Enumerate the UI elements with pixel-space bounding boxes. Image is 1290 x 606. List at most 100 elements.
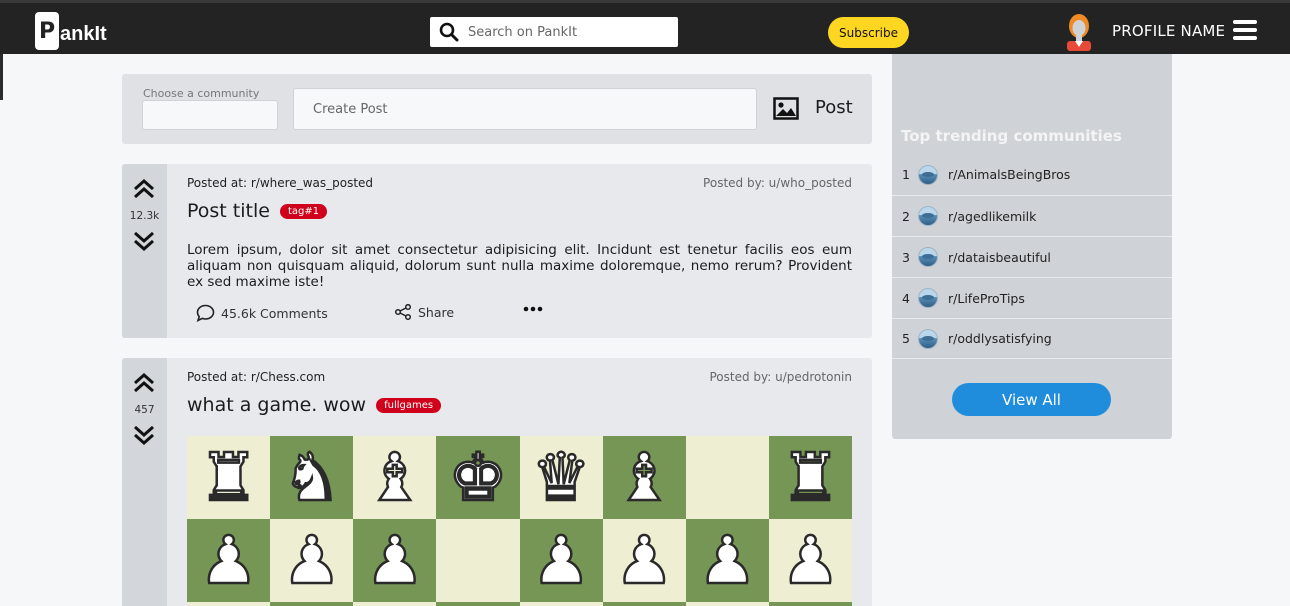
community-name[interactable]: r/AnimalsBeingBros (948, 167, 1070, 182)
share-label: Share (418, 304, 455, 320)
comment-icon (196, 304, 215, 322)
view-all-button[interactable]: View All (952, 383, 1111, 416)
more-options-button[interactable] (523, 306, 549, 312)
white-knight-piece: ♞ (281, 438, 343, 516)
community-icon (918, 164, 938, 185)
upvote-icon[interactable] (133, 178, 155, 200)
posted-at-community[interactable]: r/where_was_posted (251, 176, 373, 190)
chess-board-row (187, 602, 852, 606)
posted-at-community[interactable]: r/Chess.com (251, 370, 325, 384)
post-title[interactable]: what a game. wow (187, 394, 366, 416)
downvote-icon[interactable] (133, 230, 155, 252)
board-square (187, 602, 271, 606)
white-pawn-piece: ♟ (198, 521, 260, 599)
trending-rank: 4 (902, 290, 910, 306)
post-tag[interactable]: tag#1 (279, 203, 328, 219)
menu-icon[interactable] (1233, 20, 1257, 40)
board-square (436, 602, 520, 606)
post-tag[interactable]: fullgames (376, 397, 442, 413)
white-pawn-piece: ♟ (281, 521, 343, 599)
white-pawn-piece: ♟ (613, 521, 675, 599)
search-icon (439, 22, 459, 42)
downvote-icon[interactable] (133, 424, 155, 446)
board-square: ♟ (602, 519, 686, 602)
posted-at-label: Posted at: (187, 176, 248, 190)
upvote-icon[interactable] (133, 372, 155, 394)
search-bar (430, 17, 678, 47)
board-square: ♟ (353, 519, 437, 602)
board-square (768, 602, 852, 606)
white-bishop-piece: ♝ (613, 438, 675, 516)
white-pawn-piece: ♟ (364, 521, 426, 599)
trending-community-item[interactable]: 2 r/agedlikemilk (892, 195, 1172, 236)
chess-board-image: ♜ ♞ ♝ ♚ ♛ ♝ ♜ ♟ ♟ ♟ ♟ ♟ ♟ ♟ (187, 436, 852, 606)
white-pawn-piece: ♟ (530, 521, 592, 599)
trending-community-item[interactable]: 4 r/LifeProTips (892, 277, 1172, 318)
image-icon[interactable] (773, 97, 799, 120)
create-post-input[interactable] (293, 88, 757, 130)
posted-at[interactable]: Posted at: r/Chess.com (187, 370, 325, 384)
trending-title: Top trending communities (901, 127, 1122, 145)
community-name[interactable]: r/dataisbeautiful (948, 250, 1051, 265)
posted-by[interactable]: Posted by: u/pedrotonin (710, 370, 853, 384)
left-edge-strip (0, 54, 3, 100)
white-pawn-piece: ♟ (780, 521, 842, 599)
community-name[interactable]: r/oddlysatisfying (948, 331, 1052, 346)
posted-at[interactable]: Posted at: r/where_was_posted (187, 176, 373, 190)
share-icon (394, 304, 412, 320)
trending-rank: 1 (902, 167, 910, 182)
trending-community-item[interactable]: 3 r/dataisbeautiful (892, 236, 1172, 277)
community-name[interactable]: r/agedlikemilk (948, 209, 1036, 224)
logo-letter: P (35, 12, 59, 50)
trending-sidebar: Top trending communities 1 r/AnimalsBein… (892, 54, 1172, 439)
post-title-row: Post title tag#1 (187, 200, 328, 222)
community-label: Choose a community (143, 87, 260, 100)
community-icon (918, 328, 938, 349)
board-square: ♟ (685, 519, 769, 602)
trending-rank: 5 (902, 331, 910, 346)
app-logo[interactable]: P ankIt (35, 12, 107, 50)
board-square: ♛ (519, 436, 603, 519)
board-square: ♞ (270, 436, 354, 519)
trending-rank: 3 (902, 249, 910, 265)
posted-by[interactable]: Posted by: u/who_posted (703, 176, 852, 190)
avatar-icon[interactable] (1062, 11, 1096, 51)
subscribe-button[interactable]: Subscribe (828, 17, 909, 48)
post-actions: 45.6k Comments Share (196, 304, 596, 324)
community-icon (918, 247, 938, 267)
board-square (685, 602, 769, 606)
white-pawn-piece: ♟ (696, 521, 758, 599)
comments-button[interactable]: 45.6k Comments (196, 304, 328, 322)
board-square (436, 519, 520, 602)
board-square: ♝ (602, 436, 686, 519)
white-king-piece: ♚ (447, 438, 509, 516)
board-square (353, 602, 437, 606)
community-name[interactable]: r/LifeProTips (948, 291, 1025, 306)
share-button[interactable]: Share (394, 304, 454, 320)
logo-text: ankIt (60, 22, 107, 45)
board-square (602, 602, 686, 606)
post-button[interactable]: Post (815, 97, 853, 118)
profile-name[interactable]: PROFILE NAME (1112, 22, 1225, 40)
post-title[interactable]: Post title (187, 200, 270, 222)
post-card: 457 Posted at: r/Chess.com Posted by: u/… (122, 358, 872, 606)
white-rook-piece: ♜ (198, 438, 260, 516)
board-square: ♟ (187, 519, 271, 602)
trending-community-item[interactable]: 5 r/oddlysatisfying (892, 318, 1172, 359)
trending-list: 1 r/AnimalsBeingBros 2 r/agedlikemilk 3 … (892, 154, 1172, 359)
board-square: ♟ (519, 519, 603, 602)
board-square: ♟ (768, 519, 852, 602)
board-square (519, 602, 603, 606)
post-card: 12.3k Posted at: r/where_was_posted Post… (122, 164, 872, 338)
comments-label: 45.6k Comments (221, 305, 328, 321)
vote-column: 457 (122, 358, 167, 606)
vote-count: 457 (134, 404, 155, 416)
community-select[interactable] (142, 100, 278, 130)
board-square: ♟ (270, 519, 354, 602)
white-bishop-piece: ♝ (364, 438, 426, 516)
search-input[interactable] (468, 24, 658, 40)
board-square: ♜ (768, 436, 852, 519)
posted-at-label: Posted at: (187, 370, 248, 384)
top-navbar: P ankIt Subscribe PROFILE NAME (0, 0, 1290, 54)
trending-community-item[interactable]: 1 r/AnimalsBeingBros (892, 154, 1172, 195)
